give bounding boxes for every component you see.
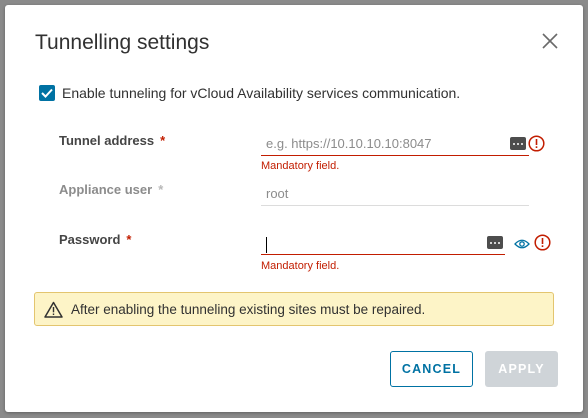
tunnel-address-label: Tunnel address * [59,133,165,148]
enable-tunneling-label: Enable tunneling for vCloud Availability… [62,85,461,101]
eye-icon[interactable] [514,237,530,249]
cancel-button[interactable]: CANCEL [390,351,473,387]
required-mark: * [126,232,132,247]
ellipsis-icon[interactable] [487,236,503,249]
apply-button[interactable]: APPLY [485,351,558,387]
close-icon[interactable] [540,31,560,51]
exclamation-circle-icon [528,135,545,152]
text-caret [266,237,267,253]
tunnel-address-input[interactable] [261,132,509,154]
password-input[interactable] [261,233,483,255]
appliance-user-label-text: Appliance user [59,182,153,197]
required-mark: * [158,182,164,197]
enable-tunneling-checkbox[interactable] [39,85,55,101]
appliance-user-label: Appliance user * [59,182,163,197]
dialog-title: Tunnelling settings [35,31,210,54]
password-underline [261,254,505,255]
appliance-user-underline [261,205,529,206]
tunnelling-settings-dialog: Tunnelling settings Enable tunneling for… [5,5,583,412]
tunnel-address-label-text: Tunnel address [59,133,155,148]
tunnel-address-underline [261,155,529,156]
password-error: Mandatory field. [261,260,340,272]
exclamation-circle-icon [534,234,551,251]
warning-alert: After enabling the tunneling existing si… [34,292,554,326]
password-label: Password * [59,232,131,247]
check-icon [41,88,53,98]
enable-tunneling-row: Enable tunneling for vCloud Availability… [39,85,460,101]
password-label-text: Password [59,232,121,247]
tunnel-address-error: Mandatory field. [261,160,340,172]
ellipsis-icon[interactable] [510,137,526,150]
warning-alert-text: After enabling the tunneling existing si… [71,301,426,317]
required-mark: * [160,133,166,148]
appliance-user-input: root [266,186,289,201]
warning-triangle-icon [44,301,63,318]
